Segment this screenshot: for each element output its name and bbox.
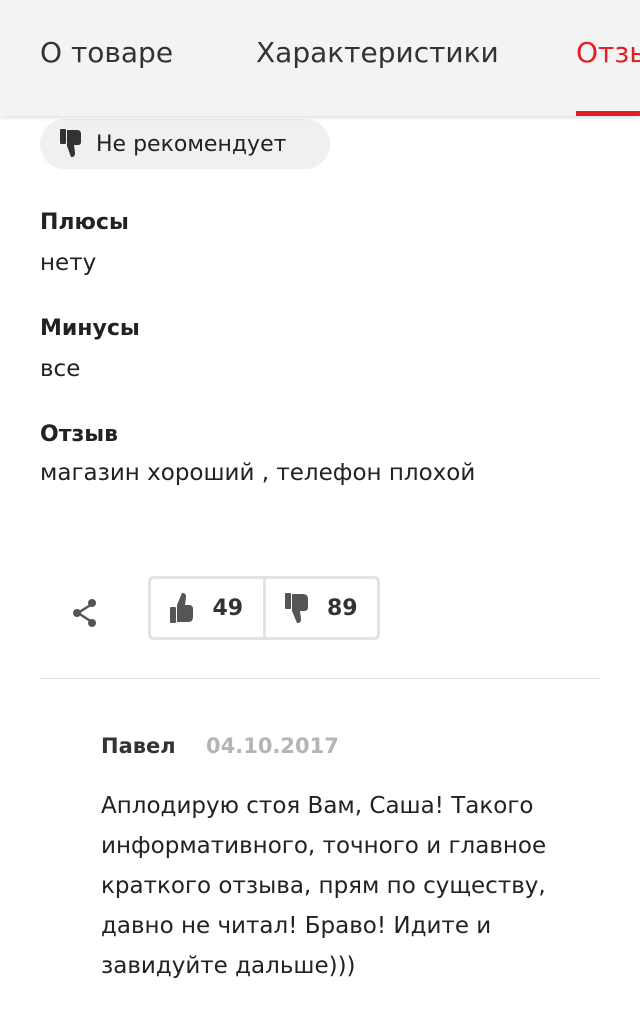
review-text: магазин хороший , телефон плохой [40,460,476,486]
recommendation-label: Не рекомендует [96,131,287,157]
pros-text: нету [40,250,97,276]
comment-text: Аплодирую стоя Вам, Саша! Такого информа… [101,793,547,979]
recommendation-badge: Не рекомендует [40,119,330,169]
tab-about[interactable]: О товаре [40,36,173,69]
active-tab-indicator [576,111,640,116]
thumbs-down-icon [284,592,309,624]
cons-text: все [40,356,81,382]
share-button[interactable] [70,596,100,630]
comment-date: 04.10.2017 [206,734,339,758]
cons-title: Минусы [40,316,140,341]
like-count: 49 [212,595,244,621]
pros-title: Плюсы [40,210,129,235]
like-button[interactable]: 49 [151,579,263,637]
product-tabs: О товаре Характеристики Отзывы [0,0,640,116]
review-title: Отзыв [40,422,119,447]
thumbs-down-icon [60,129,82,159]
dislike-count: 89 [326,595,358,621]
vote-buttons: 49 89 [148,576,380,640]
thumbs-up-icon [170,592,194,624]
divider [40,678,600,679]
dislike-button[interactable]: 89 [262,579,378,637]
comment-author: Павел [101,734,176,758]
tab-reviews[interactable]: Отзывы [576,36,640,69]
share-icon [70,599,100,634]
product-reviews-page: О товаре Характеристики Отзывы Не рекоме… [0,0,640,1028]
tab-specifications[interactable]: Характеристики [256,36,499,69]
